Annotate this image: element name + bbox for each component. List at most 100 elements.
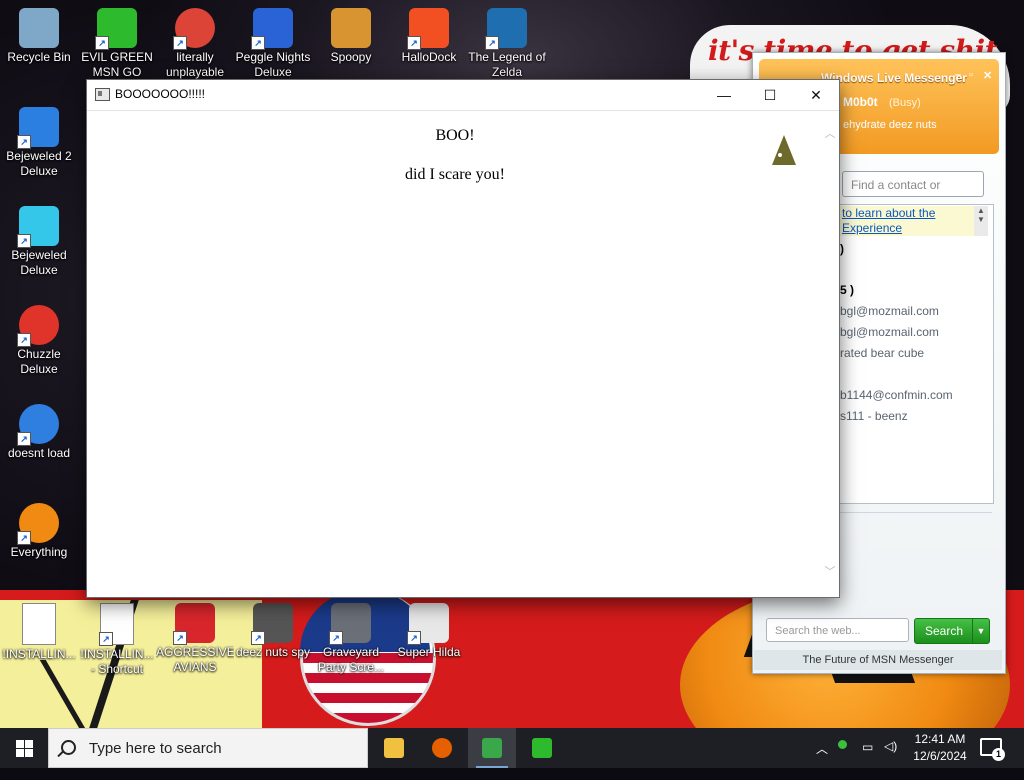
msn-user-name[interactable]: M0b0t xyxy=(843,95,878,109)
shortcut-arrow-icon: ↗ xyxy=(251,631,265,645)
people-icon[interactable] xyxy=(838,738,856,778)
chevron-up-icon[interactable]: ︿ xyxy=(816,740,830,780)
desktop-icon-label: The Legend of Zelda xyxy=(468,50,546,79)
boo-heading: BOO! xyxy=(435,127,475,144)
desktop-icon[interactable]: ↗ Bejeweled Deluxe xyxy=(0,206,78,278)
shortcut-arrow-icon: ↗ xyxy=(407,631,421,645)
notification-badge: 1 xyxy=(992,748,1005,761)
msn-contact-item[interactable]: bgl@mozmail.com xyxy=(840,325,939,339)
windows-logo-icon xyxy=(25,749,33,757)
msn-buddy-icon: ↗ xyxy=(95,8,137,50)
taskbar-clock[interactable]: 12:41 AM 12/6/2024 xyxy=(906,731,974,765)
everything-search-icon: ↗ xyxy=(17,503,59,545)
window-title: BOOOOOOO!!!!! xyxy=(115,87,206,101)
shortcut-arrow-icon: ↗ xyxy=(17,531,31,545)
msn-close-button[interactable]: ✕ xyxy=(983,69,992,82)
desktop-icon[interactable]: ↗ Everything xyxy=(0,503,78,560)
search-icon xyxy=(61,740,76,755)
window-titlebar[interactable]: BOOOOOOO!!!!! — ☐ ✕ xyxy=(87,80,839,111)
witch-hat-sprite-eye xyxy=(778,153,782,157)
msn-minimize-button[interactable]: – xyxy=(955,69,961,81)
chuzzle-icon: ↗ xyxy=(17,305,59,347)
msn-footer: The Future of MSN Messenger xyxy=(754,650,1002,670)
thunderbird-icon: ↗ xyxy=(17,404,59,446)
desktop-icon[interactable]: ↗ doesnt load xyxy=(0,404,78,461)
minimize-button[interactable]: — xyxy=(701,80,747,110)
close-button[interactable]: ✕ xyxy=(793,80,839,110)
desktop-icon-label: Chuzzle Deluxe xyxy=(17,347,61,376)
shortcut-arrow-icon: ↗ xyxy=(173,36,187,50)
boo-window[interactable]: BOOOOOOO!!!!! — ☐ ✕ BOO! did I scare you… xyxy=(86,79,840,598)
desktop-icon[interactable]: ↗ AGGRESSIVE AVIANS xyxy=(156,603,234,675)
msn-personal-message[interactable]: ehydrate deez nuts xyxy=(843,119,937,131)
pixel-hero-icon: ↗ xyxy=(485,8,527,50)
msn-contact-item[interactable]: s111 - beenz xyxy=(840,409,908,423)
msn-contact-item[interactable]: b1144@confmin.com xyxy=(840,388,953,402)
peggle-icon: ↗ xyxy=(251,8,293,50)
scroll-up-icon[interactable]: ︿ xyxy=(822,125,838,141)
clock-time: 12:41 AM xyxy=(914,732,966,746)
desktop-icon[interactable]: ↗ !INSTALLIN... - Shortcut xyxy=(78,603,156,677)
msn-web-search-input[interactable]: Search the web... xyxy=(766,618,909,642)
angry-bird-icon: ↗ xyxy=(173,603,215,645)
taskbar-search-box[interactable]: Type here to search xyxy=(48,728,368,768)
desktop-icon[interactable]: ↗ Graveyard Party Scre... xyxy=(312,603,390,675)
msn-banner-link[interactable]: Experience xyxy=(838,221,976,236)
taskbar-app[interactable] xyxy=(468,728,516,768)
start-button[interactable] xyxy=(0,728,48,768)
desktop-icon[interactable]: ↗ Super Hilda xyxy=(390,603,468,660)
desktop-icon[interactable]: Spoopy xyxy=(312,8,390,65)
shortcut-arrow-icon: ↗ xyxy=(17,333,31,347)
shortcut-arrow-icon: ↗ xyxy=(17,135,31,149)
desktop-icon[interactable]: ↗ Chuzzle Deluxe xyxy=(0,305,78,377)
volume-icon[interactable]: ◁) xyxy=(884,739,900,779)
taskbar-app[interactable] xyxy=(418,728,466,768)
msn-maximize-button[interactable]: ▫ xyxy=(969,69,973,81)
msn-banner-scrollbar[interactable]: ▲ ▼ xyxy=(974,206,988,236)
shortcut-arrow-icon: ↗ xyxy=(99,632,113,646)
windows-logo-icon: ↗ xyxy=(407,8,449,50)
desktop-icon-label: Recycle Bin xyxy=(7,50,71,64)
windows-logo-icon xyxy=(25,740,33,748)
msn-status[interactable]: (Busy) xyxy=(889,97,921,109)
msn-contact-item[interactable]: bgl@mozmail.com xyxy=(840,304,939,318)
msn-search-button[interactable]: Search xyxy=(914,618,974,644)
desktop-icon[interactable]: ↗ deez nuts spy xyxy=(234,603,312,660)
desktop-icon[interactable]: Recycle Bin xyxy=(0,8,78,65)
desktop-icon-label: Super Hilda xyxy=(397,645,461,659)
desktop-icon[interactable]: !INSTALLIN... xyxy=(0,603,78,662)
msn-contact-item[interactable]: 5 ) xyxy=(840,283,854,297)
bejeweled2-icon: ↗ xyxy=(17,107,59,149)
taskbar: Type here to search ︿ ▭ ◁) 12:41 AM 12/6… xyxy=(0,728,1024,768)
network-icon[interactable]: ▭ xyxy=(862,740,878,780)
witch-hat-sprite-icon xyxy=(772,135,796,165)
taskbar-app[interactable] xyxy=(518,728,566,768)
msn-info-banner[interactable]: to learn about the Experience xyxy=(838,206,976,236)
text-file-icon xyxy=(22,603,56,645)
msn-find-contact-input[interactable]: Find a contact or number xyxy=(842,171,984,218)
desktop-icon-label: Everything xyxy=(10,545,68,559)
desktop-icon[interactable]: ↗ The Legend of Zelda xyxy=(468,8,546,80)
shortcut-arrow-icon: ↗ xyxy=(251,36,265,50)
windows-logo-icon xyxy=(16,749,24,757)
maximize-button[interactable]: ☐ xyxy=(747,80,793,110)
desktop-icon-label: !INSTALLIN... - Shortcut xyxy=(80,647,154,676)
chrome-icon: ↗ xyxy=(173,8,215,50)
scroll-down-icon[interactable]: ﹀ xyxy=(822,563,838,579)
firefox-icon xyxy=(432,738,452,758)
msn-search-dropdown-icon[interactable]: ▼ xyxy=(972,618,990,644)
desktop-icon[interactable]: ↗ Bejeweled 2 Deluxe xyxy=(0,107,78,179)
desktop-icon[interactable]: ↗ EVIL GREEN MSN GO xyxy=(78,8,156,80)
window-app-icon xyxy=(95,88,110,101)
desktop-icon-label: Graveyard Party Scre... xyxy=(317,645,385,674)
taskbar-app[interactable] xyxy=(370,728,418,768)
desktop-icon[interactable]: ↗ literally unplayable xyxy=(156,8,234,80)
msn-contact-item[interactable]: ) xyxy=(840,242,844,256)
msn-banner-link[interactable]: to learn about the xyxy=(838,206,976,221)
msn-buddy-icon xyxy=(532,738,552,758)
desktop-icon[interactable]: ↗ HalloDock xyxy=(390,8,468,65)
msn-contact-item[interactable]: rated bear cube xyxy=(840,346,924,360)
desktop-icon[interactable]: ↗ Peggle Nights Deluxe xyxy=(234,8,312,80)
desktop-icon-label: AGGRESSIVE AVIANS xyxy=(156,645,234,674)
windows-logo-icon xyxy=(16,740,24,748)
